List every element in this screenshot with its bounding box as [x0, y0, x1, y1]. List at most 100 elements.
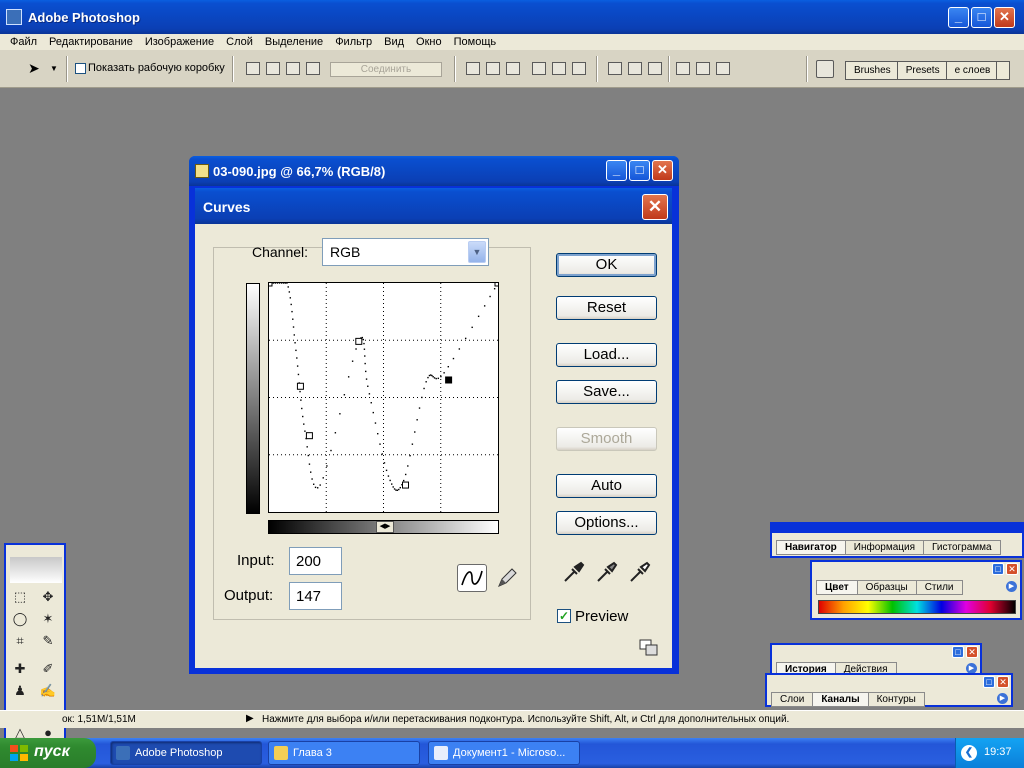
gray-eyedropper-icon[interactable]	[595, 560, 619, 584]
combine-exclude-icon[interactable]	[306, 62, 320, 75]
combine-subtract-icon[interactable]	[266, 62, 280, 75]
white-eyedropper-icon[interactable]	[628, 560, 652, 584]
distribute-right-icon[interactable]	[716, 62, 730, 75]
minimize-button[interactable]: _	[948, 7, 969, 28]
color-spectrum-ramp[interactable]	[818, 600, 1016, 614]
black-eyedropper-icon[interactable]	[562, 560, 586, 584]
align-hcenter-icon[interactable]	[552, 62, 566, 75]
align-vcenter-icon[interactable]	[486, 62, 500, 75]
align-right-icon[interactable]	[572, 62, 586, 75]
task-word[interactable]: Документ1 - Microso...	[428, 741, 580, 765]
document-title-bar[interactable]: 03-090.jpg @ 66,7% (RGB/8) _ □ ✕	[189, 156, 679, 186]
control-point[interactable]	[355, 337, 363, 345]
curves-title-bar[interactable]: Curves ✕	[195, 188, 672, 224]
tab-histogram[interactable]: Гистограмма	[923, 540, 1001, 555]
tab-channels[interactable]: Каналы	[812, 692, 869, 707]
options-button[interactable]: Options...	[556, 511, 657, 535]
layers-palette-close-button[interactable]: ✕	[997, 676, 1009, 688]
feather-logo-icon[interactable]	[10, 557, 62, 583]
reset-button[interactable]: Reset	[556, 296, 657, 320]
history-brush-tool-icon[interactable]: ✍	[38, 681, 58, 701]
doc-maximize-button[interactable]: □	[629, 160, 650, 181]
distribute-left-icon[interactable]	[676, 62, 690, 75]
control-point[interactable]	[402, 481, 410, 489]
healing-brush-tool-icon[interactable]: ✚	[10, 659, 30, 679]
menu-window[interactable]: Окно	[416, 34, 442, 50]
chevron-down-icon[interactable]: ▼	[50, 64, 58, 73]
move-tool-icon[interactable]: ✥	[38, 587, 58, 607]
menu-layer[interactable]: Слой	[226, 34, 253, 50]
curve-graph[interactable]	[268, 282, 499, 513]
color-palette-close-button[interactable]: ✕	[1006, 563, 1018, 575]
clone-stamp-tool-icon[interactable]: ♟	[10, 681, 30, 701]
tab-styles[interactable]: Стили	[915, 580, 963, 595]
combine-button[interactable]: Соединить	[330, 62, 442, 77]
control-point[interactable]	[268, 282, 273, 287]
control-point[interactable]	[296, 382, 304, 390]
output-field[interactable]: 147	[289, 582, 342, 610]
color-palette-minimize-button[interactable]: □	[992, 563, 1004, 575]
align-left-icon[interactable]	[532, 62, 546, 75]
magic-wand-tool-icon[interactable]: ✶	[38, 609, 58, 629]
ok-button[interactable]: OK	[556, 253, 657, 277]
tab-navigator[interactable]: Навигатор	[776, 540, 846, 555]
tab-color[interactable]: Цвет	[816, 580, 858, 595]
expand-graph-icon[interactable]	[639, 639, 659, 657]
palette-menu-arrow-icon[interactable]: ▶	[997, 693, 1008, 704]
preview-checkbox[interactable]: ✓	[557, 609, 571, 623]
gradient-toggle-icon[interactable]: ◀▶	[376, 521, 394, 533]
tab-info[interactable]: Информация	[844, 540, 925, 555]
chevron-down-icon[interactable]: ▼	[468, 241, 486, 263]
show-bounding-box-checkbox[interactable]	[75, 63, 86, 74]
close-button[interactable]: ✕	[994, 7, 1015, 28]
maximize-button[interactable]: □	[971, 7, 992, 28]
palette-well-icon[interactable]	[816, 60, 834, 78]
smooth-button[interactable]: Smooth	[556, 427, 657, 451]
history-palette-minimize-button[interactable]: □	[952, 646, 964, 658]
tab-swatches[interactable]: Образцы	[856, 580, 917, 595]
marquee-tool-icon[interactable]: ⬚	[10, 587, 30, 607]
curve-control-points[interactable]	[268, 282, 499, 489]
distribute-hcenter-icon[interactable]	[696, 62, 710, 75]
control-point[interactable]	[305, 432, 313, 440]
doc-close-button[interactable]: ✕	[652, 160, 673, 181]
history-palette-close-button[interactable]: ✕	[966, 646, 978, 658]
load-button[interactable]: Load...	[556, 343, 657, 367]
menu-edit[interactable]: Редактирование	[49, 34, 133, 50]
menu-view[interactable]: Вид	[384, 34, 404, 50]
selected-control-point[interactable]	[445, 376, 453, 384]
start-button[interactable]: пуск	[0, 738, 96, 768]
palette-well-tab-presets[interactable]: Presets	[898, 62, 947, 79]
status-menu-arrow-icon[interactable]: ▶	[246, 713, 254, 724]
layers-palette-minimize-button[interactable]: □	[983, 676, 995, 688]
menu-filter[interactable]: Фильтр	[335, 34, 372, 50]
pencil-icon[interactable]	[495, 566, 519, 590]
brush-tool-icon[interactable]: ✐	[38, 659, 58, 679]
distribute-top-icon[interactable]	[608, 62, 622, 75]
tab-layers[interactable]: Слои	[771, 692, 814, 707]
curve-tool-button[interactable]	[457, 564, 487, 592]
save-button[interactable]: Save...	[556, 380, 657, 404]
palette-menu-arrow-icon[interactable]: ▶	[1006, 581, 1017, 592]
path-selection-icon[interactable]: ➤	[28, 60, 40, 77]
input-field[interactable]: 200	[289, 547, 342, 575]
menu-image[interactable]: Изображение	[145, 34, 214, 50]
menu-select[interactable]: Выделение	[265, 34, 323, 50]
combine-add-icon[interactable]	[246, 62, 260, 75]
crop-tool-icon[interactable]: ⌗	[10, 631, 30, 651]
channel-select[interactable]: RGB ▼	[322, 238, 489, 266]
auto-button[interactable]: Auto	[556, 474, 657, 498]
menu-file[interactable]: Файл	[10, 34, 37, 50]
distribute-bottom-icon[interactable]	[648, 62, 662, 75]
align-top-icon[interactable]	[466, 62, 480, 75]
tray-expand-icon[interactable]: ❮	[961, 745, 977, 761]
tab-paths[interactable]: Контуры	[867, 692, 925, 707]
combine-intersect-icon[interactable]	[286, 62, 300, 75]
task-photoshop[interactable]: Adobe Photoshop	[110, 741, 262, 765]
align-bottom-icon[interactable]	[506, 62, 520, 75]
palette-well-tab-layer-comps[interactable]: е слоев	[947, 62, 998, 79]
slice-tool-icon[interactable]: ✎	[38, 631, 58, 651]
task-folder[interactable]: Глава 3	[268, 741, 420, 765]
curves-close-button[interactable]: ✕	[642, 194, 668, 220]
control-point[interactable]	[494, 282, 499, 287]
